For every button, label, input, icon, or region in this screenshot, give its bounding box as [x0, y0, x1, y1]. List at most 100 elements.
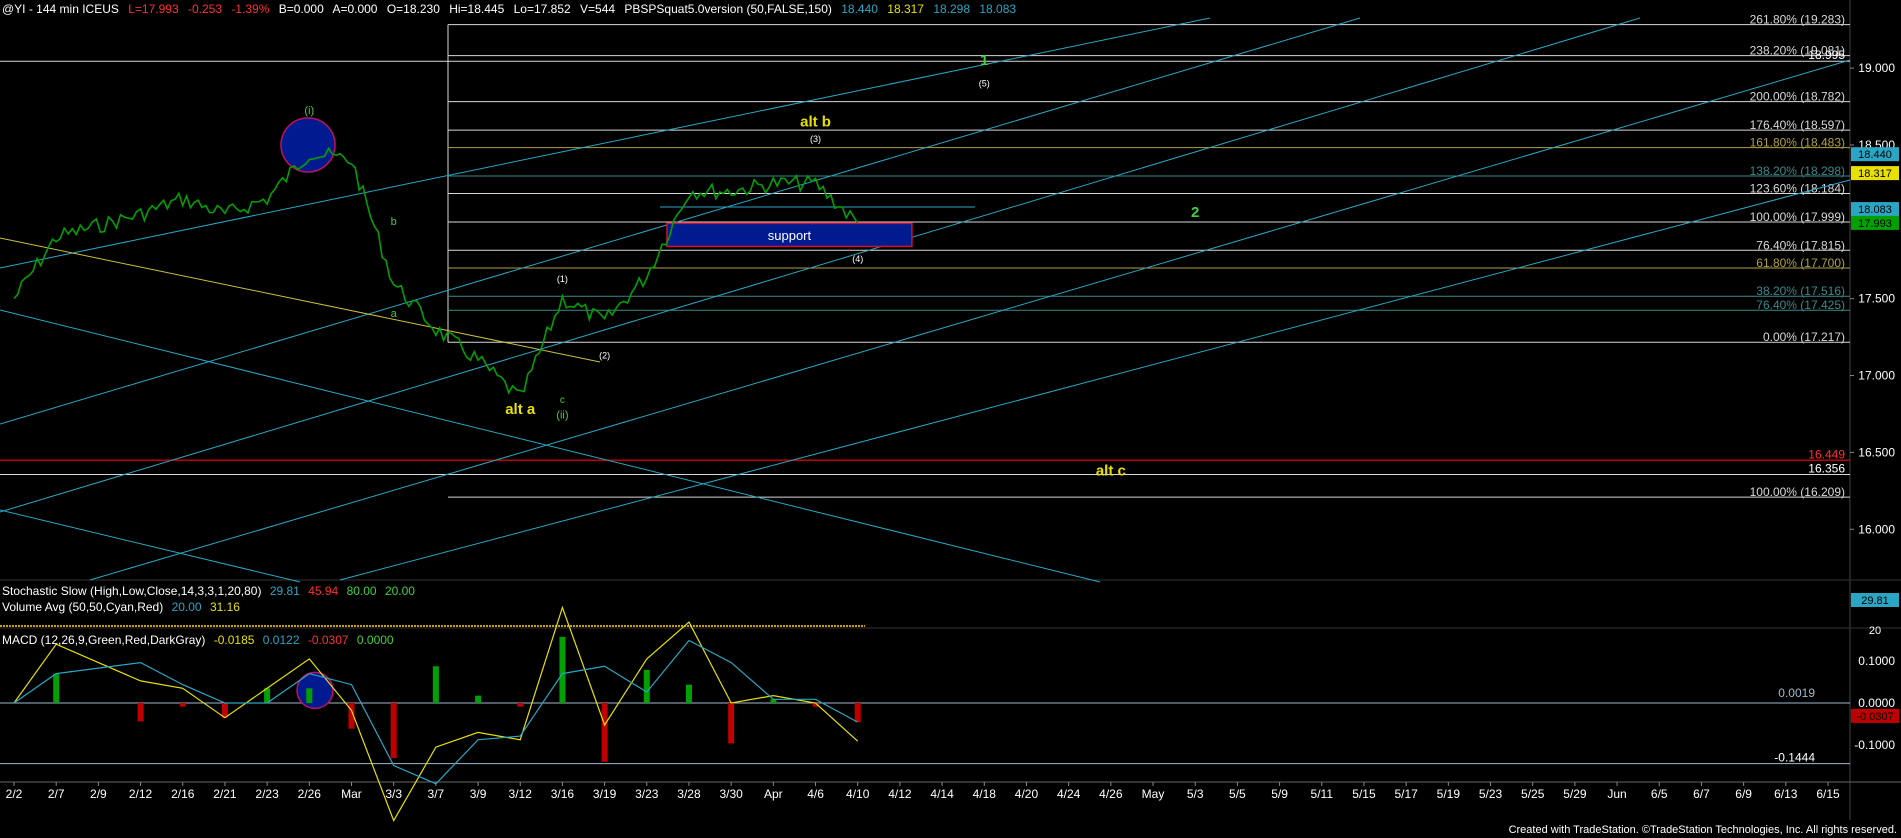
x-tick-label-10: 3/7: [428, 787, 445, 801]
x-tick-label-30: 5/9: [1271, 787, 1288, 801]
fib-level-label-7: 100.00% (17.999): [1750, 210, 1845, 224]
macd-val-2: 0.0122: [262, 633, 300, 647]
volume-avg-header: Volume Avg (50,50,Cyan,Red) 20.00 31.16: [2, 600, 245, 614]
macd-hist-bar-16: [728, 703, 735, 744]
x-tick-label-28: 5/3: [1187, 787, 1204, 801]
volume-avg-val-2: 31.16: [209, 600, 240, 614]
x-tick-label-0: 2/2: [6, 787, 23, 801]
macd-hist-bar-3: [179, 703, 186, 707]
stochastic-header: Stochastic Slow (High,Low,Close,14,3,3,1…: [2, 584, 420, 598]
macd-val-3: -0.0307: [307, 633, 349, 647]
price-tag-label-0: 18.440: [1858, 149, 1892, 161]
fib-level-label-9: 61.80% (17.700): [1756, 256, 1845, 270]
y-tick-label-4: 16.500: [1858, 445, 1895, 459]
study-val-2: 18.317: [887, 2, 924, 16]
top-marker-circle: [280, 117, 336, 173]
fib-level-label-5: 138.20% (18.298): [1750, 164, 1845, 178]
wave-label-2: a: [391, 308, 398, 320]
x-tick-label-13: 3/16: [551, 787, 575, 801]
wave-label-1: b: [391, 216, 397, 228]
x-tick-label-34: 5/19: [1437, 787, 1461, 801]
macd-val-1: -0.0185: [213, 633, 255, 647]
x-tick-label-37: 5/29: [1563, 787, 1587, 801]
x-tick-label-11: 3/9: [470, 787, 487, 801]
wave-label-0: (i): [304, 105, 314, 117]
x-tick-label-29: 5/5: [1229, 787, 1246, 801]
x-tick-label-32: 5/15: [1352, 787, 1376, 801]
study-val-4: 18.083: [979, 2, 1017, 16]
macd-hist-bar-1: [53, 673, 60, 703]
macd-hist-bar-12: [559, 636, 566, 703]
x-tick-label-14: 3/19: [593, 787, 617, 801]
price-tag-label-1: 18.317: [1858, 168, 1892, 180]
x-tick-label-25: 4/24: [1057, 787, 1081, 801]
pct-change: -1.39%: [231, 2, 270, 16]
x-tick-label-43: 6/15: [1816, 787, 1840, 801]
x-tick-label-9: 3/3: [385, 787, 402, 801]
macd-ann-bottom: -0.1444: [1774, 751, 1815, 765]
x-tick-label-4: 2/16: [171, 787, 195, 801]
support-label: support: [768, 228, 812, 243]
stochastic-val-2: 45.94: [308, 584, 339, 598]
y-tick-label-5: 16.000: [1858, 522, 1895, 536]
x-tick-label-3: 2/12: [129, 787, 153, 801]
x-tick-label-19: 4/6: [807, 787, 824, 801]
extra-level-label-2: 16.356: [1808, 462, 1845, 476]
stochastic-val-1: 29.81: [269, 584, 300, 598]
wave-label-7: (2): [599, 351, 610, 361]
net-change: -0.253: [187, 2, 222, 16]
x-tick-label-12: 3/12: [509, 787, 533, 801]
x-tick-label-7: 2/26: [298, 787, 322, 801]
study-val-3: 18.298: [933, 2, 971, 16]
x-tick-label-40: 6/7: [1693, 787, 1710, 801]
x-tick-label-33: 5/17: [1394, 787, 1418, 801]
wave-label-8: (3): [810, 134, 821, 144]
wave-label-13: 2: [1191, 204, 1199, 221]
fib-level-label-2: 200.00% (18.782): [1750, 90, 1845, 104]
x-tick-label-17: 3/30: [719, 787, 743, 801]
x-tick-label-15: 3/23: [635, 787, 659, 801]
wave-label-12: 1: [980, 52, 988, 69]
x-tick-label-31: 5/11: [1311, 787, 1334, 801]
x-tick-label-21: 4/12: [888, 787, 912, 801]
copyright-footer: Created with TradeStation. ©TradeStation…: [1508, 824, 1897, 836]
macd-hist-bar-15: [685, 684, 692, 703]
fib-level-label-0: 261.80% (19.283): [1750, 13, 1845, 27]
extra-level-label-1: 16.449: [1808, 447, 1845, 461]
volume-value: V=544: [580, 2, 616, 16]
macd-hist-bar-10: [475, 695, 482, 703]
last-price: L=17.993: [128, 2, 179, 16]
open-value: O=18.230: [386, 2, 440, 16]
macd-hist-bar-14: [643, 669, 650, 703]
x-tick-label-23: 4/18: [973, 787, 997, 801]
low-value: Lo=17.852: [513, 2, 571, 16]
macd-hist-bar-11: [517, 703, 524, 707]
x-tick-label-20: 4/10: [846, 787, 870, 801]
macd-label: MACD (12,26,9,Green,Red,DarkGray): [2, 633, 206, 647]
stochastic-label: Stochastic Slow (High,Low,Close,14,3,3,1…: [2, 584, 262, 598]
chart-canvas[interactable]: 19.00018.50017.50017.00016.50016.000261.…: [0, 0, 1901, 838]
x-tick-label-41: 6/9: [1735, 787, 1752, 801]
ask-value: A=0.000: [332, 2, 378, 16]
x-tick-label-16: 3/28: [677, 787, 701, 801]
wave-label-4: c: [560, 395, 565, 406]
x-tick-label-26: 4/26: [1099, 787, 1123, 801]
macd-y-tick-1: 0.0000: [1858, 696, 1895, 710]
x-tick-label-35: 5/23: [1479, 787, 1503, 801]
x-tick-label-24: 4/20: [1015, 787, 1039, 801]
price-tag-label-2: 18.083: [1858, 204, 1892, 216]
fib-level-label-10: 38.20% (17.516): [1756, 284, 1845, 298]
wave-label-9: (4): [852, 254, 863, 264]
y-tick-label-0: 19.000: [1858, 61, 1895, 75]
bid-value: B=0.000: [278, 2, 324, 16]
macd-y-tick-0: 0.1000: [1858, 654, 1895, 668]
wave-label-14: alt c: [1096, 462, 1126, 479]
macd-ann-top: 0.0019: [1778, 686, 1815, 700]
y-tick-label-2: 17.500: [1858, 292, 1895, 306]
macd-hist-bar-19: [854, 703, 861, 723]
fib-level-label-3: 176.40% (18.597): [1750, 118, 1845, 132]
y-tick-label-3: 17.000: [1858, 369, 1895, 383]
fib-level-label-13: 100.00% (16.209): [1750, 485, 1845, 499]
x-tick-label-27: May: [1142, 787, 1165, 801]
x-tick-label-5: 2/21: [213, 787, 237, 801]
